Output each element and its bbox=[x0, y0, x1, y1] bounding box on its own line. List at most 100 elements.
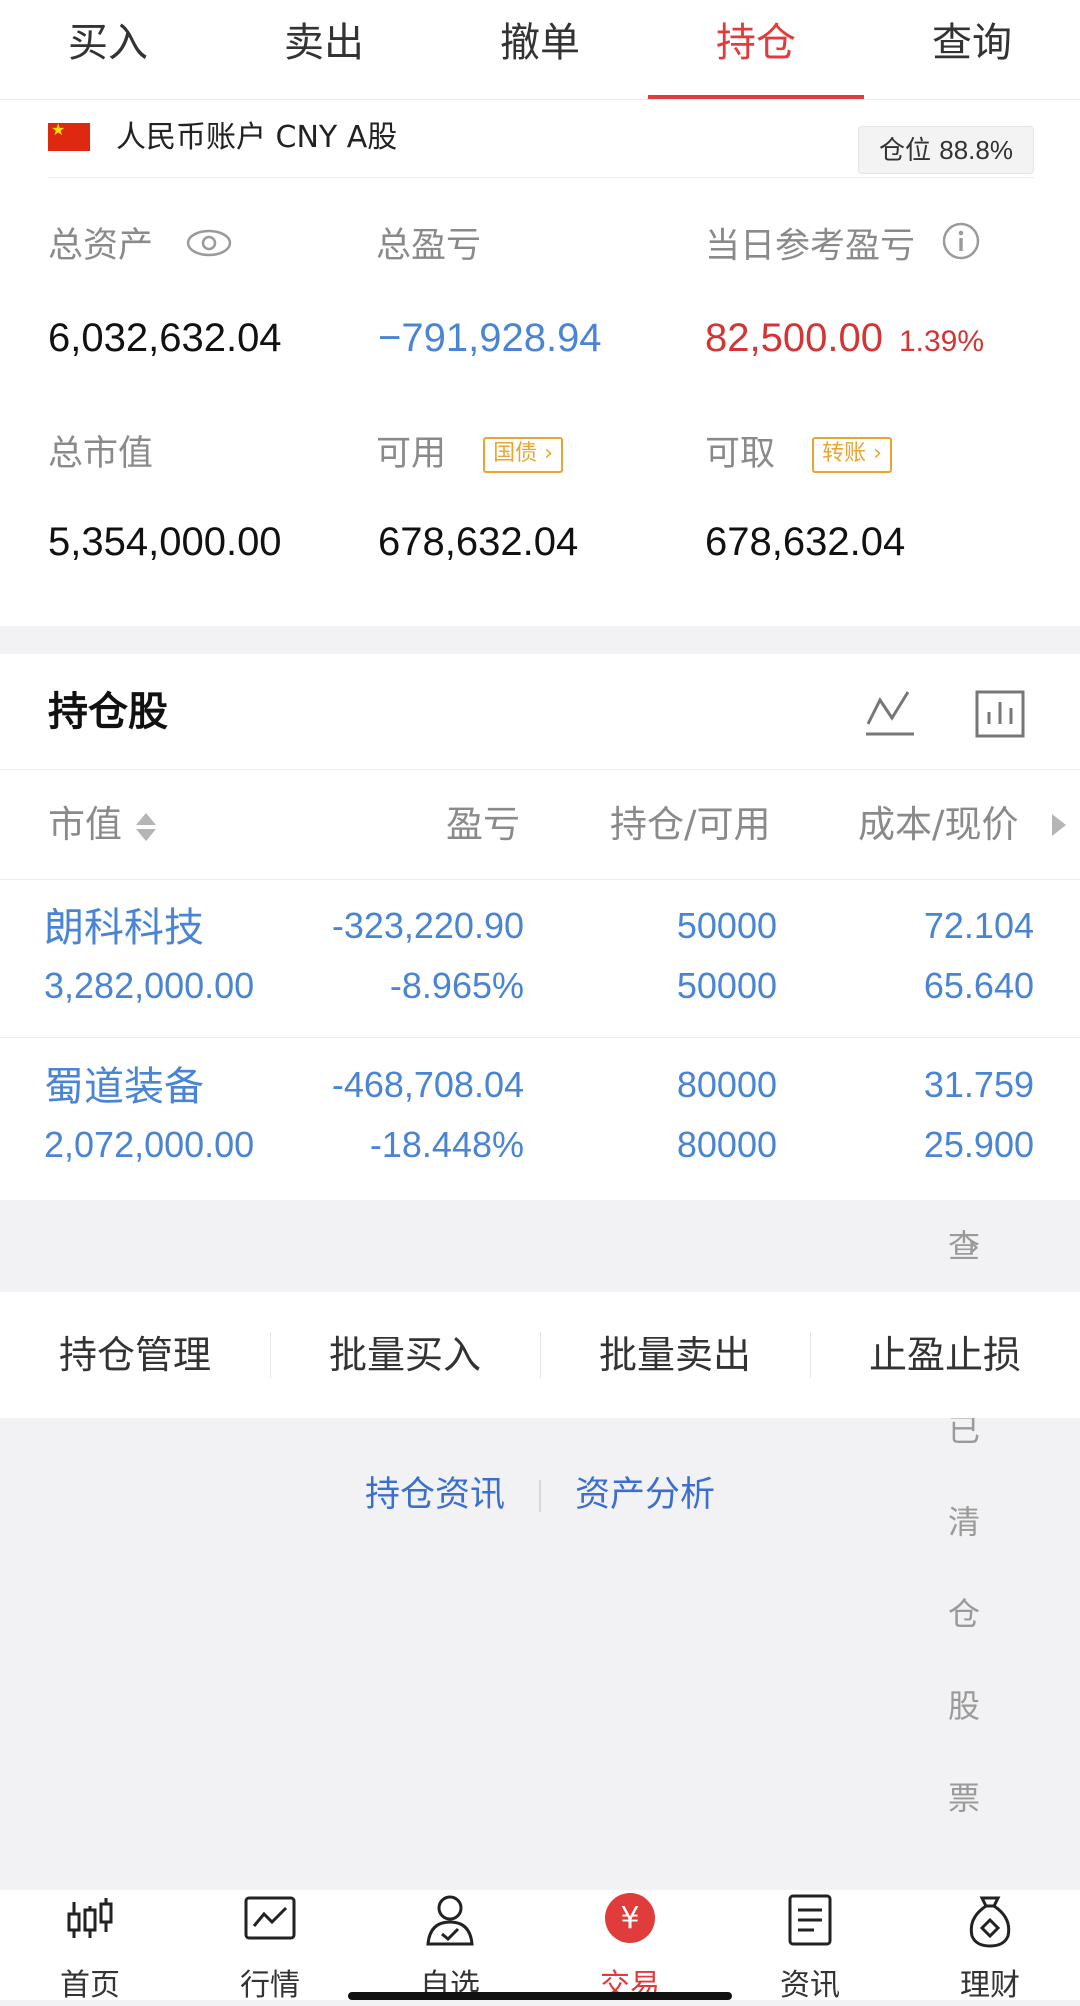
withdrawable-label-text: 可取 bbox=[705, 434, 776, 474]
daily-pnl-label-text: 当日参考盈亏 bbox=[705, 226, 916, 267]
stock-market-value: 2,072,000.00 bbox=[44, 1124, 255, 1165]
transfer-tag-text: 转账 bbox=[822, 441, 867, 466]
nav-trade[interactable]: ¥ 交易 bbox=[540, 1890, 720, 2003]
top-tabs: 买入 卖出 撤单 持仓 查询 bbox=[0, 0, 1080, 100]
stock-pnl-pct: -8.965% bbox=[389, 965, 524, 1006]
scroll-right-icon[interactable] bbox=[1050, 812, 1068, 838]
tab-sell[interactable]: 卖出 bbox=[216, 0, 432, 99]
nav-market[interactable]: 行情 bbox=[180, 1890, 360, 2003]
tab-cancel[interactable]: 撤单 bbox=[432, 0, 648, 99]
stock-position: 50000 bbox=[676, 905, 777, 946]
nav-news-label: 资讯 bbox=[780, 1968, 840, 2003]
batch-buy-button[interactable]: 批量买入 bbox=[270, 1292, 540, 1418]
account-summary: 人民币账户 CNY A股 仓位 88.8% 总资产 6,032,632.04 总… bbox=[0, 100, 1080, 626]
user-check-icon bbox=[426, 1895, 474, 1946]
withdrawable-label: 可取 转账 › bbox=[705, 430, 892, 478]
tab-holdings[interactable]: 持仓 bbox=[648, 0, 864, 99]
column-pnl: 盈亏 bbox=[446, 803, 520, 846]
stock-name: 蜀道装备 bbox=[44, 1064, 204, 1110]
column-cost-price: 成本/现价 bbox=[858, 803, 1019, 846]
stock-pnl: -468,708.04 bbox=[331, 1064, 524, 1105]
treasury-bond-tag-text: 国债 bbox=[493, 441, 538, 466]
table-row[interactable]: 蜀道装备 2,072,000.00 -468,708.04 -18.448% 8… bbox=[0, 1039, 1080, 1197]
total-pnl-value: −791,928.94 bbox=[378, 316, 602, 360]
position-badge: 仓位 88.8% bbox=[858, 126, 1034, 174]
available-value: 678,632.04 bbox=[378, 520, 579, 564]
daily-pnl-pct: 1.39% bbox=[898, 325, 985, 358]
yuan-icon: ¥ bbox=[605, 1893, 655, 1943]
holdings-section: 持仓股 市值 盈亏 持仓/可用 成本/现价 朗科科技 3,282,000.00 … bbox=[0, 654, 1080, 1200]
holdings-news-link[interactable]: 持仓资讯 bbox=[365, 1475, 505, 1515]
action-bar: 持仓管理 批量买入 批量卖出 止盈止损 bbox=[0, 1292, 1080, 1418]
stock-available: 50000 bbox=[676, 965, 777, 1006]
tab-buy[interactable]: 买入 bbox=[0, 0, 216, 99]
china-flag-icon bbox=[48, 120, 90, 151]
total-assets-label-text: 总资产 bbox=[48, 226, 154, 266]
table-row[interactable]: 朗科科技 3,282,000.00 -323,220.90 -8.965% 50… bbox=[0, 880, 1080, 1038]
document-icon bbox=[788, 1894, 832, 1946]
total-assets-label: 总资产 bbox=[48, 222, 232, 271]
stock-price: 25.900 bbox=[923, 1124, 1034, 1165]
stock-pnl-pct: -18.448% bbox=[369, 1124, 524, 1165]
account-selector[interactable]: 人民币账户 CNY A股 仓位 88.8% bbox=[48, 118, 1034, 178]
stock-price: 65.640 bbox=[923, 965, 1034, 1006]
svg-text:¥: ¥ bbox=[620, 1901, 639, 1936]
nav-home-label: 首页 bbox=[60, 1968, 120, 2003]
account-name: 人民币账户 CNY A股 bbox=[116, 120, 398, 155]
cleared-stocks-row[interactable]: 查看已清仓股票 › bbox=[0, 1200, 1080, 1817]
stock-pnl: -323,220.90 bbox=[331, 905, 524, 946]
home-indicator[interactable] bbox=[348, 1992, 732, 2000]
treasury-bond-tag[interactable]: 国债 › bbox=[483, 437, 563, 473]
transfer-tag[interactable]: 转账 › bbox=[812, 437, 892, 473]
line-chart-icon[interactable] bbox=[862, 686, 918, 746]
available-label-text: 可用 bbox=[376, 434, 447, 474]
market-value-label: 总市值 bbox=[48, 434, 154, 474]
column-market-value-label: 市值 bbox=[48, 803, 122, 846]
chevron-right-icon: › bbox=[967, 1227, 980, 1265]
stock-name: 朗科科技 bbox=[44, 905, 204, 951]
position-value: 88.8% bbox=[939, 135, 1013, 165]
stock-market-value: 3,282,000.00 bbox=[44, 965, 255, 1006]
money-bag-icon bbox=[969, 1896, 1011, 1948]
footer-links: 持仓资讯 资产分析 bbox=[0, 1470, 1080, 1520]
daily-pnl-value: 82,500.00 1.39% bbox=[705, 310, 984, 370]
nav-news[interactable]: 资讯 bbox=[720, 1890, 900, 2003]
daily-pnl-amount: 82,500.00 bbox=[705, 316, 883, 360]
batch-sell-button[interactable]: 批量卖出 bbox=[540, 1292, 810, 1418]
nav-market-label: 行情 bbox=[240, 1968, 300, 2003]
info-icon[interactable] bbox=[942, 222, 980, 273]
total-assets-value: 6,032,632.04 bbox=[48, 316, 282, 360]
available-label: 可用 国债 › bbox=[376, 430, 563, 478]
daily-pnl-label: 当日参考盈亏 bbox=[705, 222, 980, 273]
market-value-value: 5,354,000.00 bbox=[48, 520, 282, 564]
eye-icon[interactable] bbox=[186, 223, 232, 271]
link-divider bbox=[539, 1480, 541, 1512]
tab-query[interactable]: 查询 bbox=[864, 0, 1080, 99]
holdings-header: 持仓股 bbox=[0, 654, 1080, 770]
nav-home[interactable]: 首页 bbox=[0, 1890, 180, 2003]
position-management-button[interactable]: 持仓管理 bbox=[0, 1292, 270, 1418]
stop-profit-loss-button[interactable]: 止盈止损 bbox=[810, 1292, 1080, 1418]
sort-icon bbox=[135, 812, 156, 841]
candlestick-icon bbox=[67, 1898, 113, 1938]
nav-trade-label: 交易 bbox=[600, 1968, 660, 2003]
stock-cost: 72.104 bbox=[923, 905, 1034, 946]
column-position: 持仓/可用 bbox=[610, 803, 771, 846]
nav-watchlist-label: 自选 bbox=[420, 1968, 480, 2003]
asset-analysis-link[interactable]: 资产分析 bbox=[575, 1475, 715, 1515]
chart-icon bbox=[244, 1896, 296, 1940]
nav-wealth-label: 理财 bbox=[960, 1968, 1020, 2003]
bottom-nav: 首页 行情 自选 ¥ 交易 资讯 理财 bbox=[0, 1890, 1080, 2003]
stock-position: 80000 bbox=[676, 1064, 777, 1105]
position-label: 仓位 bbox=[878, 136, 931, 166]
column-market-value[interactable]: 市值 bbox=[48, 770, 158, 880]
holdings-title: 持仓股 bbox=[48, 689, 168, 735]
withdrawable-value: 678,632.04 bbox=[705, 520, 906, 564]
total-pnl-label: 总盈亏 bbox=[376, 226, 482, 266]
holdings-column-header: 市值 盈亏 持仓/可用 成本/现价 bbox=[0, 770, 1080, 880]
bar-chart-icon[interactable] bbox=[972, 686, 1028, 746]
nav-wealth[interactable]: 理财 bbox=[900, 1890, 1080, 2003]
stock-cost: 31.759 bbox=[923, 1064, 1034, 1105]
nav-watchlist[interactable]: 自选 bbox=[360, 1890, 540, 2003]
stock-available: 80000 bbox=[676, 1124, 777, 1165]
